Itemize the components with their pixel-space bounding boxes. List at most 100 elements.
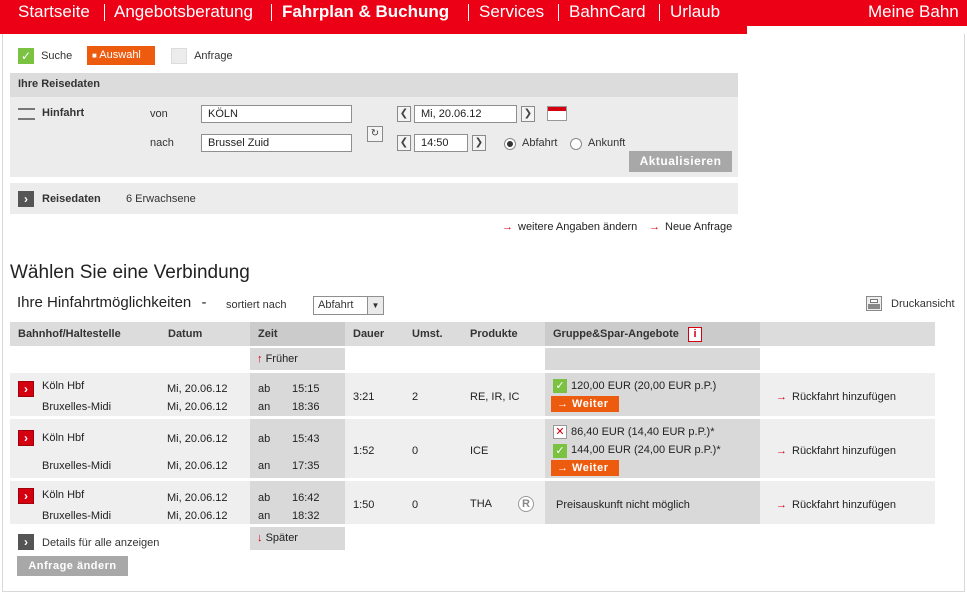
- nav-angebotsberatung[interactable]: Angebotsberatung: [114, 0, 253, 26]
- step-auswahl: ■ Auswahl: [87, 46, 155, 65]
- trip-label: Hinfahrt: [42, 107, 85, 119]
- square-bullet-icon: ■: [92, 51, 97, 60]
- update-button[interactable]: Aktualisieren: [629, 151, 732, 172]
- row-date-to: Mi, 20.06.12: [167, 460, 228, 472]
- row-date-to: Mi, 20.06.12: [167, 510, 228, 522]
- from-field[interactable]: KÖLN: [201, 105, 352, 123]
- row-changes: 0: [412, 499, 419, 511]
- row-duration: 1:50: [353, 499, 375, 511]
- step-anfrage-label: Anfrage: [194, 50, 233, 62]
- arrow-down-icon: ↓: [257, 532, 263, 544]
- add-return-link[interactable]: → Rückfahrt hinzufügen: [776, 499, 896, 511]
- arr-prefix: an: [258, 460, 271, 472]
- row-from: Köln Hbf: [42, 432, 85, 444]
- offer-price: 144,00 EUR (24,00 EUR p.P.)*: [571, 444, 721, 456]
- chevron-down-icon: ▼: [367, 297, 383, 314]
- table-row[interactable]: › Köln Hbf Bruxelles-Midi Mi, 20.06.12 M…: [10, 373, 935, 416]
- nav-meine-bahn[interactable]: Meine Bahn: [868, 0, 959, 26]
- nav-urlaub[interactable]: Urlaub: [670, 0, 720, 26]
- info-icon[interactable]: i: [688, 327, 702, 342]
- nav-bahncard[interactable]: BahnCard: [569, 0, 646, 26]
- dep-prefix: ab: [258, 433, 271, 445]
- col-station: Bahnhof/Haltestelle: [18, 328, 121, 340]
- printer-icon[interactable]: [866, 296, 882, 311]
- results-title: Wählen Sie eine Verbindung: [10, 262, 250, 283]
- expand-chevron-icon[interactable]: ›: [18, 191, 34, 207]
- prev-time-button[interactable]: ❮: [397, 135, 411, 151]
- offer-price: 86,40 EUR (14,40 EUR p.P.)*: [571, 426, 715, 438]
- continue-button[interactable]: → Weiter: [551, 460, 619, 476]
- print-view-link[interactable]: Druckansicht: [891, 298, 955, 310]
- step-suche[interactable]: ✓ Suche: [18, 47, 72, 65]
- results-table-header: Bahnhof/Haltestelle Datum Zeit Dauer Ums…: [10, 322, 935, 346]
- to-label: nach: [150, 137, 174, 149]
- new-request-link[interactable]: → Neue Anfrage: [649, 221, 732, 233]
- nav-underline: [0, 26, 747, 34]
- prev-date-button[interactable]: ❮: [397, 106, 411, 122]
- add-return-link[interactable]: → Rückfahrt hinzufügen: [776, 445, 896, 457]
- nav-separator: [468, 4, 469, 21]
- nav-services[interactable]: Services: [479, 0, 544, 26]
- add-return-link[interactable]: → Rückfahrt hinzufügen: [776, 391, 896, 403]
- later-link[interactable]: ↓ Später: [257, 532, 298, 544]
- row-products: ICE: [470, 445, 489, 457]
- calendar-icon[interactable]: [547, 106, 567, 121]
- step-auswahl-label: Auswahl: [99, 49, 141, 61]
- row-date-from: Mi, 20.06.12: [167, 492, 228, 504]
- row-expand-chevron-icon[interactable]: ›: [18, 381, 34, 397]
- table-row[interactable]: › Köln Hbf Bruxelles-Midi Mi, 20.06.12 M…: [10, 419, 935, 478]
- sorted-by-label: sortiert nach: [226, 299, 287, 311]
- col-products: Produkte: [470, 328, 518, 340]
- results-subtitle: Ihre Hinfahrtmöglichkeiten -: [17, 294, 207, 311]
- travel-data-label: Reisedaten: [42, 193, 101, 205]
- arrow-up-icon: ↑: [257, 353, 263, 365]
- arr-prefix: an: [258, 401, 271, 413]
- swap-stations-button[interactable]: ↻: [367, 126, 383, 142]
- depart-label: Abfahrt: [522, 137, 558, 149]
- col-time: Zeit: [258, 328, 278, 340]
- price-info-text: Preisauskunft nicht möglich: [556, 499, 690, 511]
- to-field[interactable]: Brussel Zuid: [201, 134, 352, 152]
- checkmark-icon: ✓: [18, 48, 34, 65]
- empty-step-icon: [171, 48, 187, 65]
- row-arr-time: 17:35: [292, 460, 320, 472]
- earlier-link[interactable]: ↑ Früher: [257, 353, 298, 365]
- time-field[interactable]: 14:50: [414, 134, 468, 152]
- nav-separator: [659, 4, 660, 21]
- row-arr-time: 18:36: [292, 401, 320, 413]
- col-offers: Gruppe&Spar-Angebote: [553, 328, 679, 340]
- row-from: Köln Hbf: [42, 489, 85, 501]
- nav-fahrplan-buchung[interactable]: Fahrplan & Buchung: [282, 0, 449, 26]
- show-all-details-link[interactable]: Details für alle anzeigen: [42, 537, 159, 549]
- arrive-radio[interactable]: [570, 138, 582, 150]
- row-to: Bruxelles-Midi: [42, 460, 112, 472]
- more-details-link[interactable]: → weitere Angaben ändern: [502, 221, 637, 233]
- change-request-button[interactable]: Anfrage ändern: [17, 556, 128, 576]
- nav-startseite[interactable]: Startseite: [18, 0, 90, 26]
- row-from: Köln Hbf: [42, 380, 85, 392]
- col-changes: Umst.: [412, 328, 443, 340]
- details-chevron-icon[interactable]: ›: [18, 534, 34, 550]
- depart-radio[interactable]: [504, 138, 516, 150]
- arrow-right-icon: →: [502, 221, 513, 233]
- row-expand-chevron-icon[interactable]: ›: [18, 488, 34, 504]
- date-field[interactable]: Mi, 20.06.12: [414, 105, 517, 123]
- sort-select[interactable]: Abfahrt ▼: [313, 296, 384, 315]
- row-dep-time: 15:43: [292, 433, 320, 445]
- arr-prefix: an: [258, 510, 271, 522]
- row-expand-chevron-icon[interactable]: ›: [18, 430, 34, 446]
- top-navigation: Startseite Angebotsberatung Fahrplan & B…: [0, 0, 967, 26]
- table-row[interactable]: › Köln Hbf Bruxelles-Midi Mi, 20.06.12 M…: [10, 481, 935, 524]
- available-check-icon: ✓: [553, 379, 567, 393]
- continue-button[interactable]: → Weiter: [551, 396, 619, 412]
- unavailable-x-icon: ✕: [553, 425, 567, 439]
- arrow-right-icon: →: [649, 221, 660, 233]
- arrow-right-icon: →: [776, 445, 787, 457]
- step-suche-label: Suche: [41, 50, 73, 62]
- col-date: Datum: [168, 328, 203, 340]
- row-date-from: Mi, 20.06.12: [167, 383, 228, 395]
- next-time-button[interactable]: ❯: [472, 135, 486, 151]
- dep-prefix: ab: [258, 492, 271, 504]
- travel-data-panel[interactable]: [10, 183, 738, 214]
- next-date-button[interactable]: ❯: [521, 106, 535, 122]
